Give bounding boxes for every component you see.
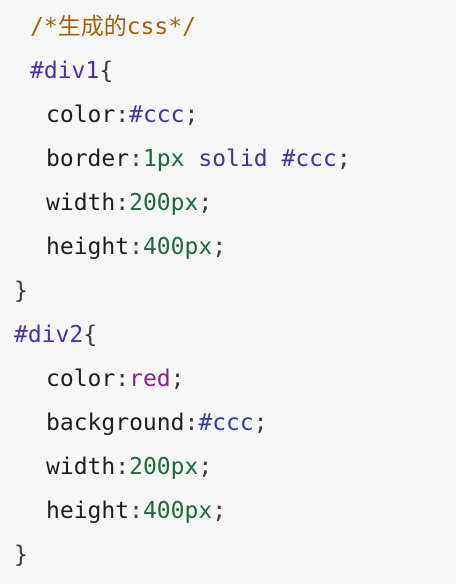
- rule2-close-line: }: [0, 533, 456, 577]
- decl-colon: :: [115, 102, 130, 128]
- code-comment: /*生成的css*/: [30, 14, 196, 40]
- decl-semicolon: ;: [170, 366, 185, 392]
- decl-colon: :: [115, 366, 130, 392]
- rule1-decl-border: border:1px solid #ccc;: [0, 137, 456, 181]
- code-comment-line: /*生成的css*/: [0, 5, 456, 49]
- decl-semicolon: ;: [198, 454, 213, 480]
- rule2-decl-color: color:red;: [0, 357, 456, 401]
- decl-prop: width: [46, 454, 116, 480]
- rule1-selector-line: #div1{: [0, 49, 456, 93]
- decl-value: red: [129, 366, 171, 392]
- decl-prop: color: [46, 102, 116, 128]
- decl-prop: width: [46, 190, 116, 216]
- code-block: /*生成的css*/ #div1{ color:#ccc; border:1px…: [0, 0, 456, 584]
- rule1-decl-height: height:400px;: [0, 225, 456, 269]
- decl-semicolon: ;: [184, 102, 199, 128]
- rule2-close-brace: }: [14, 542, 28, 568]
- rule1-decl-color: color:#ccc;: [0, 93, 456, 137]
- decl-semicolon: ;: [253, 410, 268, 436]
- decl-value: 200px: [129, 190, 199, 216]
- decl-colon: :: [129, 498, 143, 524]
- decl-value-hex: #ccc: [281, 146, 337, 172]
- decl-colon: :: [129, 234, 143, 260]
- rule1-open-brace: {: [99, 58, 114, 84]
- rule1-close-brace: }: [14, 278, 28, 304]
- decl-semicolon: ;: [212, 234, 227, 260]
- decl-prop: color: [46, 366, 116, 392]
- decl-value: 400px: [142, 498, 213, 524]
- decl-value: 400px: [142, 234, 213, 260]
- decl-colon: :: [184, 410, 199, 436]
- rule2-decl-width: width:200px;: [0, 445, 456, 489]
- rule2-selector-line: #div2{: [0, 313, 456, 357]
- decl-prop: border: [46, 146, 130, 172]
- decl-prop: height: [46, 498, 130, 524]
- rule2-decl-height: height:400px;: [0, 489, 456, 533]
- decl-value-keyword: solid: [198, 146, 268, 172]
- decl-value: #ccc: [129, 102, 185, 128]
- rule2-selector: #div2: [14, 322, 84, 348]
- rule2-open-brace: {: [83, 322, 98, 348]
- rule1-decl-width: width:200px;: [0, 181, 456, 225]
- decl-semicolon: ;: [212, 498, 227, 524]
- decl-prop: background: [46, 410, 185, 436]
- decl-colon: :: [115, 190, 130, 216]
- decl-colon: :: [129, 146, 143, 172]
- decl-value: #ccc: [198, 410, 254, 436]
- rule1-selector: #div1: [30, 58, 100, 84]
- decl-semicolon: ;: [336, 146, 351, 172]
- rule1-close-line: }: [0, 269, 456, 313]
- rule2-decl-background: background:#ccc;: [0, 401, 456, 445]
- decl-value: 200px: [129, 454, 199, 480]
- decl-semicolon: ;: [198, 190, 213, 216]
- decl-prop: height: [46, 234, 130, 260]
- decl-value-number: 1px: [142, 146, 185, 172]
- decl-colon: :: [115, 454, 130, 480]
